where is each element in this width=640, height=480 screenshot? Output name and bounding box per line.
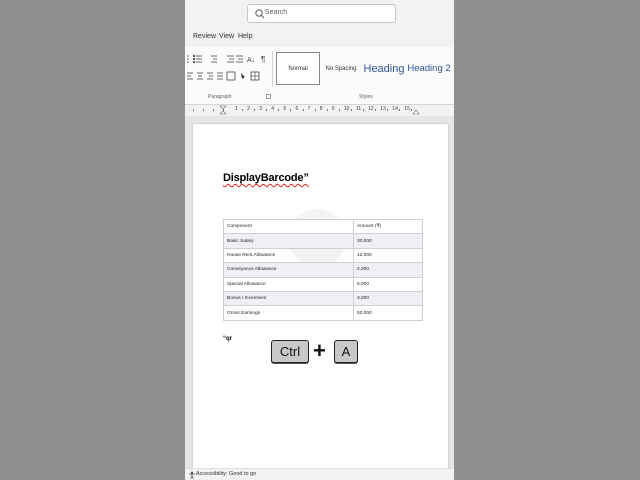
ruler-tick	[326, 109, 328, 111]
ruler-number: 8	[319, 106, 323, 112]
ruler-tick	[242, 109, 244, 111]
document-title[interactable]: DisplayBarcode”	[223, 172, 309, 184]
table-cell[interactable]: Conveyance Allowance	[223, 262, 354, 278]
ruler-number: 11	[356, 106, 362, 112]
table-cell[interactable]: 52,000	[353, 305, 423, 321]
ribbon: A↓ ¶ Normal No Spacing Heading Heading 2…	[185, 47, 454, 105]
group-label-styles: Styles	[359, 94, 373, 100]
table-cell[interactable]: 12,000	[353, 247, 423, 264]
table-cell[interactable]: 3,000	[353, 290, 423, 307]
paragraph-row-1: A↓ ¶	[187, 54, 265, 64]
ruler-tick	[363, 109, 365, 111]
key-ctrl-label: Ctrl	[279, 344, 301, 359]
menu-view[interactable]: View	[219, 33, 234, 40]
style-heading-2[interactable]: Heading 2	[406, 52, 452, 85]
ruler-number: 6	[295, 106, 299, 112]
word-window: Search Review View Help A↓ ¶ Normal No S…	[185, 0, 454, 480]
accessibility-icon[interactable]	[188, 471, 196, 479]
ruler[interactable]: 1 2 3 4 5 6 7 8 9 10 11 12 13 14 15	[185, 105, 454, 115]
ruler-tick	[193, 109, 194, 111]
search-placeholder: Search	[265, 9, 288, 16]
paragraph-row-2	[187, 71, 260, 81]
table-header-cell[interactable]: Amount (₹)	[353, 218, 423, 235]
dialog-launcher-icon[interactable]	[266, 94, 271, 99]
ruler-tick	[350, 109, 352, 111]
menu-help[interactable]: Help	[238, 33, 252, 40]
table-row: House Rent Allowance 12,000	[223, 247, 423, 264]
table-row: Gross Earnings 52,000	[223, 305, 423, 321]
document-page[interactable]: DisplayBarcode” XL ComponentAmount (₹)Ba…	[193, 124, 448, 476]
ruler-tick	[302, 109, 304, 111]
ruler-number: 5	[283, 106, 287, 112]
table-cell[interactable]: House Rent Allowance	[223, 247, 354, 264]
svg-text:¶: ¶	[261, 55, 265, 64]
ruler-number: 12	[368, 106, 374, 112]
stray-text[interactable]: “qr	[223, 336, 232, 342]
style-heading-label: Heading	[363, 62, 405, 75]
table-row: Bonus / Incentives 3,000	[223, 290, 423, 307]
accessibility-status[interactable]: Accessibility: Good to go	[196, 471, 256, 477]
ruler-tick	[338, 109, 340, 111]
svg-text:A↓: A↓	[247, 57, 255, 64]
ruler-number: 1	[235, 106, 238, 112]
ruler-tick	[203, 109, 204, 111]
key-plus: +	[313, 338, 326, 363]
right-indent-marker-icon[interactable]	[412, 107, 420, 115]
style-normal[interactable]: Normal	[276, 52, 320, 85]
document-title-text: DisplayBarcode”	[223, 172, 309, 184]
key-a: A	[334, 340, 358, 363]
ruler-tick	[223, 109, 224, 111]
search-box[interactable]: Search	[247, 4, 396, 23]
ruler-number: 4	[271, 106, 275, 112]
ruler-tick	[314, 109, 316, 111]
style-heading-2-label: Heading 2	[407, 63, 451, 74]
ruler-tick	[399, 109, 401, 111]
ruler-number: 7	[307, 106, 311, 112]
document-area[interactable]: DisplayBarcode” XL ComponentAmount (₹)Ba…	[185, 116, 454, 476]
ruler-tick	[213, 109, 214, 111]
status-bar: Accessibility: Good to go	[185, 468, 454, 480]
menu-review[interactable]: Review	[193, 33, 216, 40]
ruler-tick	[254, 109, 256, 111]
ruler-number: 10	[343, 106, 350, 112]
ruler-tick	[278, 109, 280, 111]
ruler-number: 2	[247, 106, 250, 112]
key-a-label: A	[341, 344, 351, 359]
title-bar: Search	[185, 0, 454, 28]
style-no-spacing[interactable]: No Spacing	[322, 52, 360, 85]
table-header-cell[interactable]: Component	[223, 218, 354, 235]
table-row: Special Allowance 5,000	[223, 276, 423, 292]
ruler-tick	[266, 109, 268, 111]
table-cell[interactable]: 2,000	[353, 262, 423, 278]
styles-gallery: Normal No Spacing Heading Heading 2	[274, 52, 454, 86]
style-normal-label: Normal	[288, 65, 308, 72]
ruler-number: 3	[259, 106, 262, 112]
table-cell[interactable]: 30,000	[353, 233, 423, 249]
ruler-number: 14	[392, 106, 398, 112]
table-cell[interactable]: Gross Earnings	[223, 305, 354, 321]
table-row: Conveyance Allowance 2,000	[223, 262, 423, 278]
key-ctrl: Ctrl	[271, 340, 309, 363]
table-cell[interactable]: Basic Salary	[223, 233, 354, 249]
salary-table[interactable]: Component Amount (₹) Basic Salary 30,000 Hou…	[223, 218, 423, 321]
table-cell[interactable]: 5,000	[353, 276, 423, 292]
table-header-row: Component Amount (₹)	[223, 218, 423, 235]
table-cell[interactable]: Bonus / Incentives	[223, 290, 354, 307]
table-row: Basic Salary 30,000	[223, 233, 423, 249]
ruler-tick	[375, 109, 377, 111]
style-no-spacing-label: No Spacing	[325, 65, 357, 72]
ruler-number: 15	[404, 106, 410, 112]
style-heading[interactable]: Heading	[362, 52, 406, 85]
ruler-number: 9	[331, 106, 335, 112]
table-cell[interactable]: Special Allowance	[223, 276, 354, 292]
ruler-tick	[290, 109, 292, 111]
ruler-number: 13	[380, 106, 386, 112]
group-label-paragraph: Paragraph	[208, 94, 232, 100]
ribbon-separator	[272, 51, 273, 87]
ruler-tick	[387, 109, 389, 111]
menu-bar: Review View Help	[185, 30, 454, 46]
